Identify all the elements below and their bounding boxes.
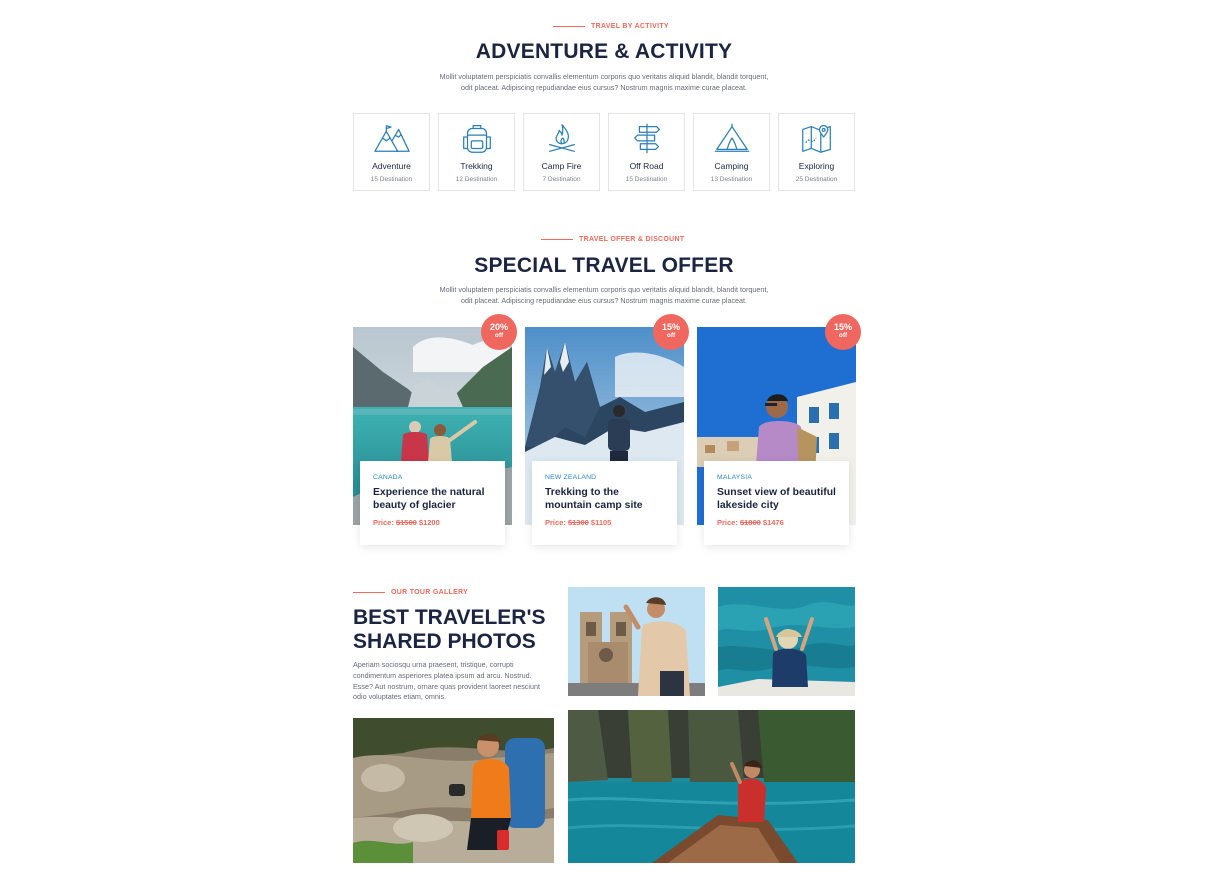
activity-count: 25 Destination: [795, 176, 838, 183]
gallery-description: Aperiam sociosqu urna praesent, tristiqu…: [353, 660, 540, 702]
price-label: Price:: [545, 518, 566, 527]
offer-title-link[interactable]: Experience the natural beauty of glacier: [373, 487, 492, 512]
activity-name: Exploring: [798, 161, 835, 171]
offer-title: SPECIAL TRAVEL OFFER: [474, 254, 734, 277]
new-price: $1105: [590, 518, 612, 527]
activity-card-exploring[interactable]: Exploring 25 Destination: [778, 113, 855, 191]
offer-description-line2: odit placeat. Adipiscing repudiandae eiu…: [460, 296, 748, 305]
offer-price: Price: $1300 $1105: [545, 518, 664, 527]
activity-name: Camping: [714, 161, 749, 171]
activity-description-line2: odit placeat. Adipiscing repudiandae eiu…: [460, 83, 748, 92]
gallery-photo-sea[interactable]: [718, 587, 855, 696]
price-label: Price:: [717, 518, 738, 527]
discount-off-label: off: [666, 332, 676, 339]
gallery-photo-hiker[interactable]: [353, 718, 554, 863]
gallery-eyebrow-text: OUR TOUR GALLERY: [391, 589, 469, 596]
activity-name: Off Road: [629, 161, 664, 171]
activity-count: 7 Destination: [542, 176, 581, 183]
tent-icon: [714, 123, 750, 152]
gallery-eyebrow: OUR TOUR GALLERY: [353, 589, 468, 596]
activity-count: 15 Destination: [625, 176, 668, 183]
offer-eyebrow-text: TRAVEL OFFER & DISCOUNT: [579, 236, 685, 243]
gallery-photo-boat[interactable]: [568, 710, 855, 863]
signpost-icon: [634, 123, 660, 154]
activity-title: ADVENTURE & ACTIVITY: [475, 40, 733, 63]
price-label: Price:: [373, 518, 394, 527]
offer-title-link[interactable]: Sunset view of beautiful lakeside city: [717, 487, 836, 512]
discount-percent: 15%: [661, 322, 680, 332]
offer-eyebrow: TRAVEL OFFER & DISCOUNT: [541, 236, 684, 243]
offer-country: MALAYSIA: [717, 474, 753, 481]
activity-card-adventure[interactable]: Adventure 15 Destination: [353, 113, 430, 191]
offer-info: NEW ZEALAND Trekking to the mountain cam…: [532, 461, 677, 545]
offer-card-new-zealand[interactable]: 15% off NEW ZEALAND Trekking to the moun…: [525, 314, 689, 545]
activity-name: Trekking: [460, 161, 493, 171]
old-price: $1500: [395, 518, 417, 527]
activity-name: Adventure: [372, 161, 411, 171]
gallery-title-line1: BEST TRAVELER'S: [353, 606, 546, 629]
offer-country: NEW ZEALAND: [545, 474, 597, 481]
eyebrow-line: [353, 592, 385, 593]
discount-off-label: off: [494, 332, 504, 339]
eyebrow-line: [541, 239, 573, 240]
discount-badge: 20% off: [481, 314, 517, 350]
offer-description: Mollit voluptatem perspiciatis convallis…: [0, 284, 1208, 306]
offer-card-malaysia[interactable]: 15% off MALAYSIA Sunset view of beautifu…: [697, 314, 861, 545]
activity-card-camp-fire[interactable]: Camp Fire 7 Destination: [523, 113, 600, 191]
activity-card-camping[interactable]: Camping 13 Destination: [693, 113, 770, 191]
activity-eyebrow: TRAVEL BY ACTIVITY: [553, 23, 669, 30]
offer-card-canada[interactable]: 20% off CANADA Experience the natural be…: [353, 314, 517, 545]
activity-list: Adventure 15 Destination Trekking 12 Des…: [353, 113, 855, 191]
offer-description-line1: Mollit voluptatem perspiciatis convallis…: [439, 285, 769, 294]
discount-badge: 15% off: [825, 314, 861, 350]
backpack-icon: [463, 125, 491, 153]
campfire-icon: [549, 124, 575, 152]
offer-price: Price: $1500 $1200: [373, 518, 492, 527]
activity-description-line1: Mollit voluptatem perspiciatis convallis…: [439, 72, 769, 81]
activity-count: 12 Destination: [455, 176, 498, 183]
new-price: $1476: [762, 518, 784, 527]
activity-eyebrow-text: TRAVEL BY ACTIVITY: [591, 23, 669, 30]
eyebrow-line: [553, 26, 585, 27]
activity-count: 15 Destination: [370, 176, 413, 183]
old-price: $1800: [739, 518, 761, 527]
activity-card-off-road[interactable]: Off Road 15 Destination: [608, 113, 685, 191]
new-price: $1200: [418, 518, 440, 527]
old-price: $1300: [567, 518, 589, 527]
discount-badge: 15% off: [653, 314, 689, 350]
gallery-title-line2: SHARED PHOTOS: [353, 630, 536, 653]
gallery-photo-cathedral[interactable]: [568, 587, 705, 696]
map-icon: [802, 125, 831, 153]
gallery-title: BEST TRAVELER'S SHARED PHOTOS: [353, 606, 545, 654]
mountains-icon: [374, 125, 410, 152]
discount-off-label: off: [838, 332, 848, 339]
discount-percent: 15%: [833, 322, 852, 332]
offer-country: CANADA: [373, 474, 403, 481]
offer-info: CANADA Experience the natural beauty of …: [360, 461, 505, 545]
activity-card-trekking[interactable]: Trekking 12 Destination: [438, 113, 515, 191]
discount-percent: 20%: [489, 322, 508, 332]
offer-info: MALAYSIA Sunset view of beautiful lakesi…: [704, 461, 849, 545]
offer-title-link[interactable]: Trekking to the mountain camp site: [545, 487, 664, 512]
activity-count: 13 Destination: [710, 176, 753, 183]
activity-description: Mollit voluptatem perspiciatis convallis…: [0, 71, 1208, 93]
activity-name: Camp Fire: [541, 161, 582, 171]
offer-price: Price: $1800 $1476: [717, 518, 836, 527]
